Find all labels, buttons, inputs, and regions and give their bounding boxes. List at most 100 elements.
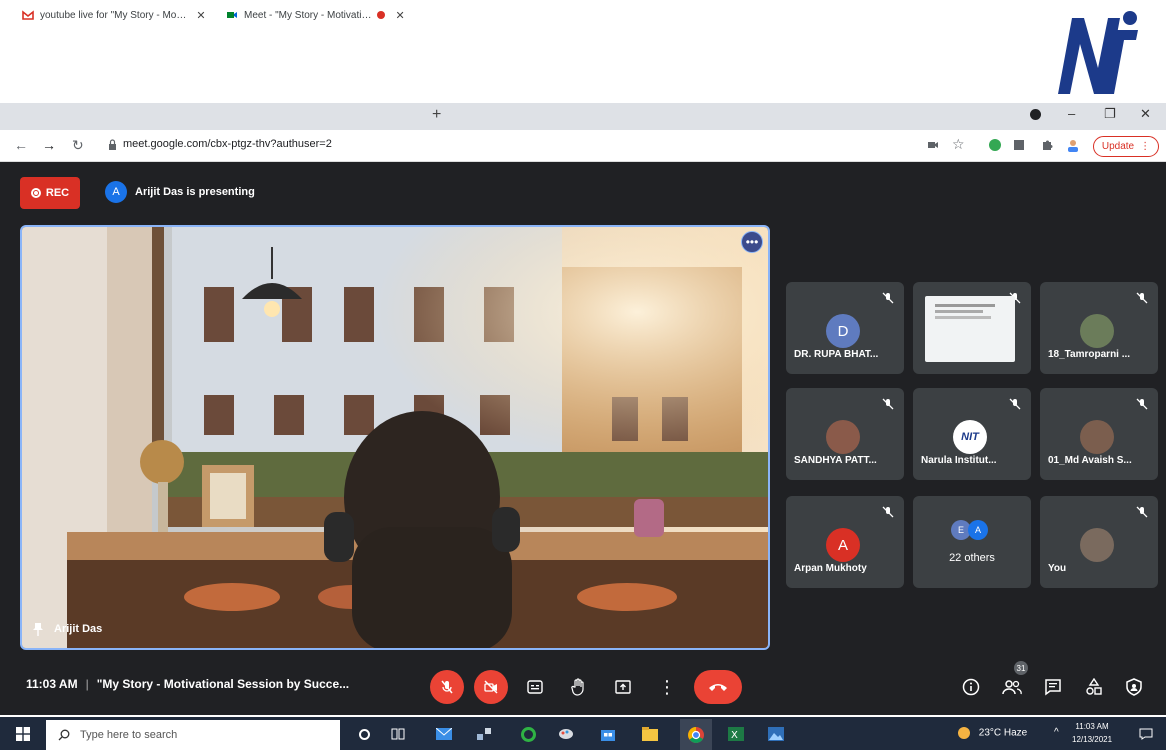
photos-app-icon[interactable]: [766, 724, 786, 744]
main-video-label: Arijit Das: [32, 622, 102, 636]
activities-button[interactable]: [1080, 673, 1108, 701]
captions-icon: [527, 680, 543, 694]
extension-green-icon[interactable]: [988, 138, 1002, 152]
more-options-button[interactable]: ⋮: [650, 670, 684, 704]
tab-title: Meet - "My Story - Motivati…: [244, 9, 372, 21]
reload-icon[interactable]: ↻: [72, 137, 84, 154]
meeting-info: 11:03 AM | "My Story - Motivational Sess…: [26, 677, 349, 691]
participant-tile[interactable]: [913, 282, 1031, 374]
clock-date: 12/13/2021: [1072, 735, 1113, 744]
record-icon: [30, 188, 41, 198]
forward-icon[interactable]: →: [42, 137, 56, 153]
meeting-time: 11:03 AM: [26, 677, 78, 691]
new-tab-button[interactable]: +: [432, 106, 441, 124]
windows-start-icon[interactable]: [16, 727, 30, 741]
close-icon[interactable]: ✕: [395, 9, 404, 22]
chat-button[interactable]: [1039, 673, 1067, 701]
pin-icon[interactable]: [32, 622, 44, 636]
mic-off-icon: [882, 398, 894, 410]
mic-off-icon: [441, 680, 453, 694]
maximize-button[interactable]: ❐: [1104, 106, 1116, 122]
paint-app-icon[interactable]: [556, 724, 576, 744]
shield-icon: [1126, 678, 1142, 696]
participant-name: 01_Md Avaish S...: [1048, 455, 1132, 466]
participant-tile[interactable]: A Arpan Mukhoty: [786, 496, 904, 588]
excel-icon[interactable]: X: [726, 724, 746, 744]
participant-tile[interactable]: SANDHYA PATT...: [786, 388, 904, 480]
clock-time: 11:03 AM: [1075, 722, 1109, 731]
participant-tile[interactable]: 18_Tamroparni ...: [1040, 282, 1158, 374]
people-icon: [1002, 680, 1022, 695]
present-now-button[interactable]: [606, 670, 640, 704]
camera-off-icon: [484, 680, 498, 694]
tab-meet[interactable]: Meet - "My Story - Motivati… ✕: [218, 3, 423, 27]
people-count-badge: 31: [1014, 661, 1028, 675]
mic-toggle-button[interactable]: [430, 670, 464, 704]
extension-grid-icon[interactable]: [1012, 138, 1026, 152]
captions-button[interactable]: [518, 670, 552, 704]
profile-avatar-icon[interactable]: [1066, 138, 1080, 152]
cortana-icon[interactable]: [354, 724, 374, 744]
taskbar-search-input[interactable]: Type here to search: [46, 720, 340, 750]
camera-toggle-button[interactable]: [474, 670, 508, 704]
separator: |: [85, 677, 89, 691]
presenting-banner: A Arijit Das is presenting: [105, 181, 255, 203]
close-icon[interactable]: ✕: [196, 9, 205, 22]
taskbar-clock[interactable]: 11:03 AM 12/13/2021: [1072, 720, 1112, 746]
host-controls-button[interactable]: [1120, 673, 1148, 701]
mic-off-icon: [882, 292, 894, 304]
back-icon[interactable]: ←: [14, 137, 28, 153]
chat-icon: [1045, 679, 1061, 696]
camera-icon[interactable]: [926, 138, 940, 152]
more-vert-icon: ⋮: [1140, 141, 1151, 152]
video-frame: [22, 227, 768, 648]
people-button[interactable]: [998, 673, 1026, 701]
self-tile[interactable]: You: [1040, 496, 1158, 588]
raise-hand-button[interactable]: [562, 670, 596, 704]
store-app-icon[interactable]: [598, 724, 618, 744]
meeting-details-button[interactable]: [957, 673, 985, 701]
chevron-up-icon[interactable]: ^: [1054, 727, 1059, 738]
url-field[interactable]: meet.google.com/cbx-ptgz-thv?authuser=2: [108, 138, 332, 150]
leave-call-button[interactable]: [694, 670, 742, 704]
notification-icon[interactable]: [1136, 724, 1156, 744]
participant-tile[interactable]: NIT Narula Institut...: [913, 388, 1031, 480]
participant-avatar-photo: [826, 420, 860, 454]
weather-widget[interactable]: 23°C Haze: [958, 727, 1027, 739]
more-options-icon[interactable]: •••: [741, 231, 763, 253]
hand-icon: [571, 678, 584, 696]
update-button[interactable]: Update ⋮: [1093, 136, 1159, 157]
rec-indicator[interactable]: REC: [20, 177, 80, 209]
recording-dot-icon: [377, 11, 386, 19]
tab-title: youtube live for "My Story - Mo…: [40, 9, 187, 21]
network-app-icon[interactable]: [474, 724, 494, 744]
file-explorer-icon[interactable]: [640, 724, 660, 744]
weather-icon: [958, 727, 970, 739]
call-end-icon: [709, 684, 727, 691]
green-circle-app-icon[interactable]: [518, 724, 538, 744]
rec-label: REC: [45, 187, 70, 199]
mic-off-icon: [1136, 292, 1148, 304]
mail-icon[interactable]: [434, 724, 454, 744]
puzzle-icon[interactable]: [1040, 138, 1054, 152]
minimize-button[interactable]: –: [1068, 106, 1075, 121]
main-video-tile[interactable]: [20, 225, 770, 650]
svg-text:X: X: [731, 730, 738, 741]
mic-off-icon: [1009, 398, 1021, 410]
close-window-button[interactable]: ✕: [1140, 106, 1151, 122]
mic-off-icon: [1136, 398, 1148, 410]
browser-tab-bar: [0, 103, 1166, 130]
profile-circle-icon[interactable]: [1030, 108, 1041, 123]
update-label: Update: [1101, 141, 1135, 152]
chrome-taskbar-icon[interactable]: [680, 719, 712, 750]
participant-avatar: D: [826, 314, 860, 348]
url-text: meet.google.com/cbx-ptgz-thv?authuser=2: [123, 138, 332, 150]
tab-youtube-live[interactable]: youtube live for "My Story - Mo… ✕: [14, 3, 214, 27]
participant-tile[interactable]: 01_Md Avaish S...: [1040, 388, 1158, 480]
star-icon[interactable]: ☆: [952, 136, 966, 152]
participant-tile[interactable]: D DR. RUPA BHAT...: [786, 282, 904, 374]
participant-avatar-photo: [1080, 314, 1114, 348]
others-tile[interactable]: E A 22 others: [913, 496, 1031, 588]
nit-logo: [1058, 11, 1138, 94]
task-view-icon[interactable]: [388, 724, 408, 744]
